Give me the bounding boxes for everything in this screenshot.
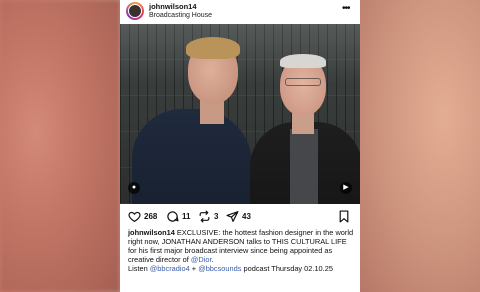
repost-icon[interactable] [198, 209, 211, 223]
share-action[interactable]: 43 [226, 210, 251, 222]
caption-listen: Listen [128, 264, 150, 274]
person-left-sweater [132, 109, 252, 204]
comment-count: 11 [182, 211, 191, 221]
audio-icon[interactable]: ▶ [340, 182, 352, 194]
user-tag-icon[interactable]: ● [128, 182, 140, 194]
bookmark-action[interactable] [338, 210, 350, 228]
share-count: 43 [242, 211, 251, 221]
mention-bbcradio4[interactable]: @bbcradio4 [150, 264, 190, 273]
action-bar: 268 11 3 43 [120, 208, 360, 224]
share-icon[interactable] [226, 210, 239, 223]
post-caption: johnwilson14 EXCLUSIVE: the hottest fash… [128, 228, 356, 273]
person-left-hair [186, 37, 240, 59]
like-count: 268 [144, 211, 158, 221]
instagram-post-card: johnwilson14 Broadcasting House ••• ● ▶ … [120, 0, 360, 292]
person-right-shirt [290, 129, 318, 204]
caption-plus: + [189, 264, 199, 274]
post-username[interactable]: johnwilson14 [149, 2, 197, 11]
person-right-hair [280, 54, 326, 68]
caption-username[interactable]: johnwilson14 [128, 228, 175, 237]
comment-icon[interactable] [166, 210, 179, 223]
bookmark-icon[interactable] [338, 210, 350, 223]
post-location[interactable]: Broadcasting House [149, 12, 212, 19]
comment-action[interactable]: 11 [166, 210, 190, 222]
caption-podcast-date: podcast Thursday 02.10.25 [241, 264, 333, 274]
mention-bbcsounds[interactable]: @bbcsounds [198, 264, 241, 273]
post-header: johnwilson14 Broadcasting House ••• [120, 0, 360, 24]
caption-period: . [211, 255, 214, 265]
background-right [358, 0, 480, 292]
background-left [0, 0, 120, 292]
avatar[interactable] [126, 2, 144, 20]
mention-dior[interactable]: @Dior [191, 255, 212, 264]
heart-icon[interactable] [128, 210, 141, 223]
repost-action[interactable]: 3 [198, 209, 219, 223]
like-action[interactable]: 268 [128, 210, 157, 222]
person-right-glasses [285, 78, 321, 86]
post-photo[interactable]: ● ▶ [120, 24, 360, 204]
more-options-icon[interactable]: ••• [342, 3, 350, 14]
avatar-image [128, 4, 142, 18]
repost-count: 3 [214, 211, 219, 221]
